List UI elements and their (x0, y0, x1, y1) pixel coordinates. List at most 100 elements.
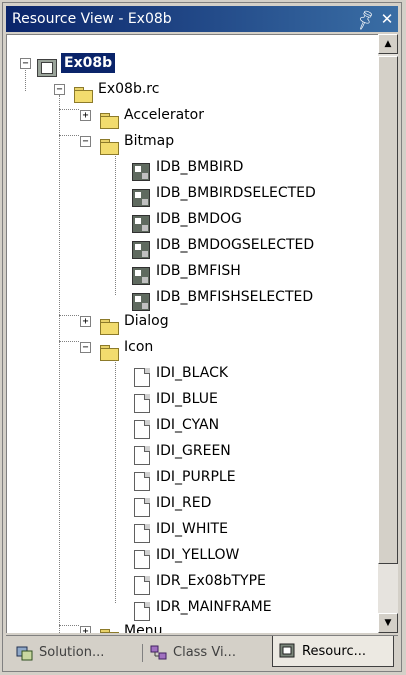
tree-item-label[interactable]: IDI_YELLOW (153, 545, 242, 565)
document-icon (134, 393, 150, 413)
arrow-up-icon: ▲ (384, 39, 392, 49)
bitmap-icon (132, 215, 150, 233)
tree-item-label[interactable]: IDR_MAINFRAME (153, 597, 275, 617)
tree-item-label[interactable]: IDR_Ex08bTYPE (153, 571, 269, 591)
document-icon (134, 575, 150, 595)
tree-item-label[interactable]: Ex08b (61, 53, 116, 73)
document-icon (134, 471, 150, 491)
tree-item-label[interactable]: IDI_WHITE (153, 519, 231, 539)
document-icon (134, 445, 150, 465)
bitmap-icon (132, 293, 150, 311)
document-icon (134, 419, 150, 439)
document-icon (134, 601, 150, 621)
tree-item-label[interactable]: IDI_BLUE (153, 389, 221, 409)
tree-item-label[interactable]: Bitmap (121, 131, 177, 151)
tree-item-label[interactable]: Accelerator (121, 105, 207, 125)
tab-label: Resourc... (302, 643, 367, 659)
tab-label: Solution... (39, 645, 105, 660)
class-view-icon (150, 645, 167, 659)
tree-item-rc-file[interactable]: − Ex08b.rc (7, 77, 159, 103)
tab-class-view[interactable]: Class Vi... (144, 639, 266, 666)
tree-item-icon-resource[interactable]: IDI_PURPLE (7, 465, 236, 491)
tree-item-icon-resource[interactable]: IDR_Ex08bTYPE (7, 569, 266, 595)
solution-explorer-icon (16, 646, 33, 660)
tree-item-bitmap[interactable]: − Bitmap (7, 129, 174, 155)
document-icon (134, 497, 150, 517)
tree-item-label[interactable]: IDB_BMDOGSELECTED (153, 235, 317, 255)
collapse-toggle[interactable]: − (54, 84, 65, 95)
tree-item-dialog[interactable]: + Dialog (7, 309, 169, 335)
tree-item-label[interactable]: IDB_BMFISHSELECTED (153, 287, 316, 307)
bitmap-icon (132, 189, 150, 207)
project-icon (37, 57, 57, 77)
tree-item-icon-resource[interactable]: IDI_YELLOW (7, 543, 239, 569)
document-icon (134, 367, 150, 387)
tree-item-icon-resource[interactable]: IDI_RED (7, 491, 211, 517)
tree-item-label[interactable]: IDB_BMDOG (153, 209, 245, 229)
tab-separator (142, 644, 143, 662)
tree-item-root[interactable]: − Ex08b (7, 51, 116, 77)
tree-item-icon-resource[interactable]: IDI_WHITE (7, 517, 228, 543)
tab-resource-view[interactable]: Resourc... (272, 636, 394, 667)
expand-toggle[interactable]: + (80, 110, 91, 121)
folder-icon (99, 318, 119, 335)
title-bar[interactable]: Resource View - Ex08b 📌︎ ✕ (6, 6, 398, 32)
vertical-scrollbar[interactable]: ▲ ▼ (378, 34, 398, 633)
tree-item-bitmap-resource[interactable]: IDB_BMBIRDSELECTED (7, 181, 316, 207)
expand-toggle[interactable]: + (80, 316, 91, 327)
tree-item-label[interactable]: Icon (121, 337, 156, 357)
tree-item-accelerator[interactable]: + Accelerator (7, 103, 204, 129)
tree-item-icon-resource[interactable]: IDR_MAINFRAME (7, 595, 272, 621)
tree-item-icon-resource[interactable]: IDI_BLACK (7, 361, 228, 387)
folder-open-icon (73, 86, 93, 103)
tree-item-menu[interactable]: + Menu (7, 619, 162, 633)
tree-item-bitmap-resource[interactable]: IDB_BMFISHSELECTED (7, 285, 313, 311)
tree-item-label[interactable]: IDI_RED (153, 493, 214, 513)
tree-item-label[interactable]: IDI_PURPLE (153, 467, 239, 487)
resource-view-icon (279, 643, 295, 658)
scroll-up-button[interactable]: ▲ (378, 34, 398, 54)
tree-item-icon-resource[interactable]: IDI_CYAN (7, 413, 219, 439)
tree-item-icon-resource[interactable]: IDI_GREEN (7, 439, 231, 465)
tree-item-label[interactable]: IDB_BMBIRD (153, 157, 246, 177)
folder-icon (99, 112, 119, 129)
tree-item-label[interactable]: IDB_BMBIRDSELECTED (153, 183, 319, 203)
pin-button[interactable]: 📌︎ (352, 7, 378, 32)
tool-window-tabs: Solution... Class Vi... Resourc... (6, 635, 398, 670)
close-button[interactable]: ✕ (376, 9, 398, 29)
tree-item-icon-resource[interactable]: IDI_BLUE (7, 387, 218, 413)
folder-open-icon (99, 344, 119, 361)
collapse-toggle[interactable]: − (80, 136, 91, 147)
tree-item-bitmap-resource[interactable]: IDB_BMBIRD (7, 155, 243, 181)
tree-item-label[interactable]: Menu (121, 621, 165, 633)
folder-icon (99, 628, 119, 633)
tree-item-icon-folder[interactable]: − Icon (7, 335, 153, 361)
tree-item-label[interactable]: Dialog (121, 311, 172, 331)
document-icon (134, 523, 150, 543)
bitmap-icon (132, 267, 150, 285)
resource-tree[interactable]: − Ex08b − Ex08b.rc + Accelerator − Bitma… (6, 34, 398, 633)
bitmap-icon (132, 241, 150, 259)
tree-item-bitmap-resource[interactable]: IDB_BMDOG (7, 207, 242, 233)
tree-item-bitmap-resource[interactable]: IDB_BMDOGSELECTED (7, 233, 314, 259)
tab-label: Class Vi... (173, 645, 236, 660)
bitmap-icon (132, 163, 150, 181)
close-icon: ✕ (380, 10, 394, 28)
resource-view-window: Resource View - Ex08b 📌︎ ✕ − Ex08b − Ex0… (2, 2, 402, 672)
tab-solution-explorer[interactable]: Solution... (10, 639, 132, 666)
scroll-down-button[interactable]: ▼ (378, 613, 398, 633)
tree-item-bitmap-resource[interactable]: IDB_BMFISH (7, 259, 241, 285)
tree-item-label[interactable]: Ex08b.rc (95, 79, 162, 99)
document-icon (134, 549, 150, 569)
tree-item-label[interactable]: IDI_BLACK (153, 363, 231, 383)
folder-open-icon (99, 138, 119, 155)
tree-item-label[interactable]: IDI_GREEN (153, 441, 234, 461)
window-title: Resource View - Ex08b (12, 11, 172, 27)
collapse-toggle[interactable]: − (20, 58, 31, 69)
arrow-down-icon: ▼ (384, 618, 392, 628)
tree-item-label[interactable]: IDI_CYAN (153, 415, 222, 435)
collapse-toggle[interactable]: − (80, 342, 91, 353)
tree-item-label[interactable]: IDB_BMFISH (153, 261, 244, 281)
scrollbar-thumb[interactable] (378, 56, 398, 564)
expand-toggle[interactable]: + (80, 626, 91, 633)
